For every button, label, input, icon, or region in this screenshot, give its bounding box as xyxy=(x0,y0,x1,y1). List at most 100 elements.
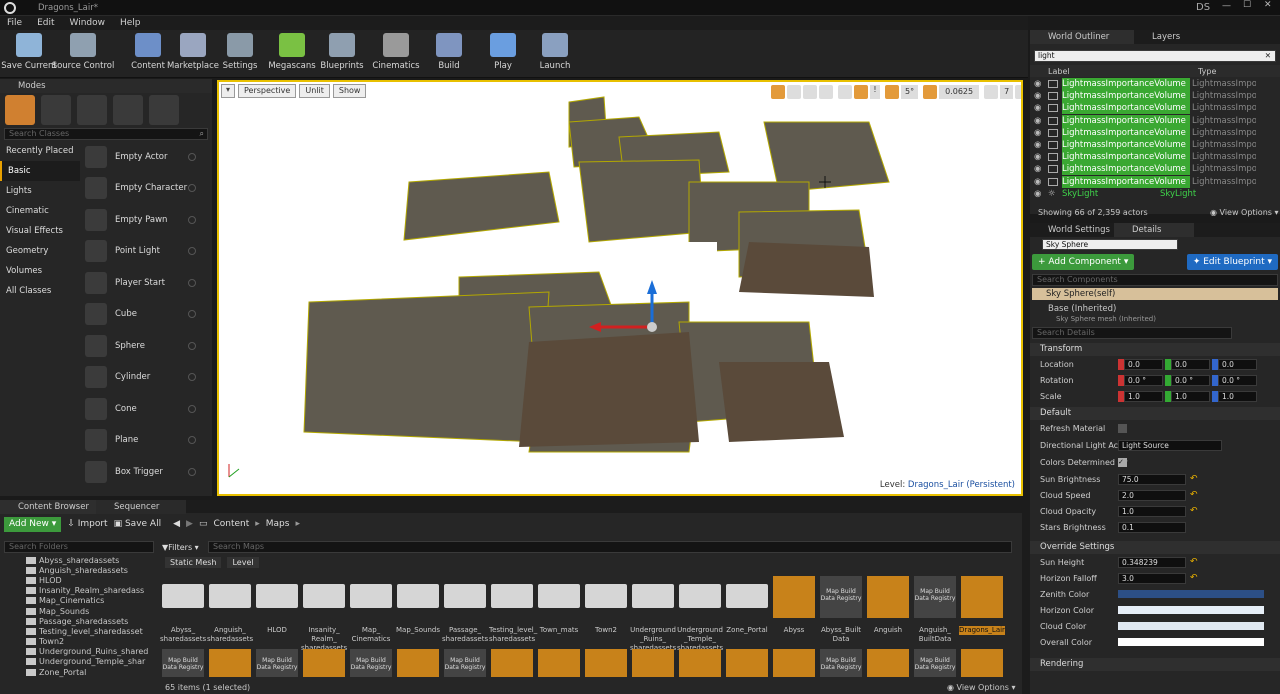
add-component-button[interactable]: + Add Component ▾ xyxy=(1032,254,1135,270)
asset-folder[interactable] xyxy=(632,584,674,608)
scale-x-field[interactable]: 1.0 xyxy=(1124,390,1163,402)
visibility-eye-icon[interactable]: ◉ xyxy=(1034,176,1048,188)
col-type[interactable]: Type xyxy=(1198,67,1216,76)
visibility-eye-icon[interactable]: ◉ xyxy=(1034,90,1048,102)
asset-map[interactable] xyxy=(961,649,1003,677)
tab-content-browser[interactable]: Content Browser xyxy=(0,499,96,514)
stars-brightness-field[interactable]: 0.1 xyxy=(1118,521,1186,533)
asset-registry[interactable]: Map Build Data Registry xyxy=(350,649,392,677)
path-content[interactable]: Content xyxy=(213,519,249,529)
tab-world-outliner[interactable]: World Outliner xyxy=(1030,30,1134,44)
clear-search-icon[interactable]: ✕ xyxy=(1265,51,1271,60)
source-control-button[interactable]: Source Control xyxy=(52,33,114,71)
reset-icon[interactable]: ↶ xyxy=(1190,490,1198,500)
help-icon[interactable] xyxy=(188,278,196,287)
filter-chip-level[interactable]: Level xyxy=(227,557,259,568)
asset-folder[interactable] xyxy=(350,584,392,608)
tab-world-settings[interactable]: World Settings xyxy=(1030,223,1114,237)
help-icon[interactable] xyxy=(188,373,196,382)
folder-tree-item[interactable]: Anguish_sharedassets xyxy=(4,565,154,575)
help-icon[interactable] xyxy=(188,152,196,161)
minimize-button[interactable]: — xyxy=(1222,1,1231,11)
asset-folder[interactable] xyxy=(444,584,486,608)
help-icon[interactable] xyxy=(188,404,196,413)
settings-button[interactable]: Settings xyxy=(212,33,268,71)
asset-folder[interactable] xyxy=(256,584,298,608)
search-components-input[interactable]: Search Components xyxy=(1032,274,1278,286)
menu-edit[interactable]: Edit xyxy=(37,18,54,28)
add-new-button[interactable]: Add New ▾ xyxy=(4,516,62,532)
cloud-opacity-field[interactable]: 1.0 xyxy=(1118,505,1186,517)
asset-registry[interactable]: Map Build Data Registry xyxy=(444,649,486,677)
view-options-content[interactable]: ◉ View Options ▾ xyxy=(947,683,1016,692)
asset-folder[interactable] xyxy=(585,584,627,608)
folder-tree-item[interactable]: Testing_level_sharedasset xyxy=(4,626,154,636)
outliner-row[interactable]: ◉ LightmassImportanceVolumeLightmassImpor… xyxy=(1030,78,1280,91)
col-label[interactable]: Label xyxy=(1048,67,1198,76)
asset-map[interactable] xyxy=(303,649,345,677)
save-all-button[interactable]: ▣ Save All xyxy=(114,519,162,529)
asset-folder[interactable] xyxy=(209,584,251,608)
asset-registry[interactable]: Map Build Data Registry xyxy=(914,649,956,677)
place-item-plane[interactable]: Plane xyxy=(80,425,206,457)
place-item-player-start[interactable]: Player Start xyxy=(80,267,206,299)
location-z-field[interactable]: 0.0 xyxy=(1218,358,1257,370)
visibility-eye-icon[interactable]: ◉ xyxy=(1034,163,1048,175)
place-item-point-light[interactable]: Point Light xyxy=(80,236,206,268)
place-item-cube[interactable]: Cube xyxy=(80,299,206,331)
category-cinematic[interactable]: Cinematic xyxy=(0,201,80,221)
scale-label[interactable]: Scale xyxy=(1040,392,1118,401)
visibility-eye-icon[interactable]: ◉ xyxy=(1034,115,1048,127)
location-label[interactable]: Location xyxy=(1040,360,1118,369)
component-base[interactable]: Base (Inherited) xyxy=(1030,303,1280,315)
visibility-eye-icon[interactable]: ◉ xyxy=(1034,188,1048,200)
folder-tree-item[interactable]: Abyss_sharedassets xyxy=(4,555,154,565)
filters-button[interactable]: ▼Filters ▾ xyxy=(162,543,204,552)
paint-mode-icon[interactable] xyxy=(41,95,71,125)
launch-button[interactable]: Launch xyxy=(527,33,583,71)
save-current-button[interactable]: Save Current xyxy=(1,33,57,71)
asset-map[interactable] xyxy=(961,576,1003,618)
maximize-button[interactable]: ☐ xyxy=(1243,0,1251,10)
place-item-cylinder[interactable]: Cylinder xyxy=(80,362,206,394)
asset-map[interactable] xyxy=(867,576,909,618)
geometry-mode-icon[interactable] xyxy=(149,95,179,125)
location-x-field[interactable]: 0.0 xyxy=(1124,358,1163,370)
path-maps[interactable]: Maps xyxy=(266,519,290,529)
actor-name-field[interactable]: Sky Sphere xyxy=(1042,239,1178,250)
import-button[interactable]: ⇩ Import xyxy=(67,519,107,529)
asset-registry[interactable]: Map Build Data Registry xyxy=(162,649,204,677)
dir-light-dropdown[interactable]: Light Source xyxy=(1118,440,1222,451)
reset-icon[interactable]: ↶ xyxy=(1190,474,1198,484)
asset-map[interactable] xyxy=(209,649,251,677)
component-mesh[interactable]: Sky Sphere mesh (Inherited) xyxy=(1030,315,1280,323)
back-button[interactable]: ◀ xyxy=(173,519,180,529)
category-visual-effects[interactable]: Visual Effects xyxy=(0,221,80,241)
asset-map[interactable] xyxy=(679,649,721,677)
menu-file[interactable]: File xyxy=(7,18,22,28)
reset-icon[interactable]: ↶ xyxy=(1190,557,1198,567)
help-icon[interactable] xyxy=(188,310,196,319)
outliner-row[interactable]: ◉ LightmassImportanceVolumeLightmassImpor… xyxy=(1030,139,1280,152)
folder-tree-item[interactable]: HLOD xyxy=(4,575,154,585)
asset-map[interactable] xyxy=(538,649,580,677)
help-icon[interactable] xyxy=(188,215,196,224)
reset-icon[interactable]: ↶ xyxy=(1190,506,1198,516)
asset-map[interactable] xyxy=(773,576,815,618)
visibility-eye-icon[interactable]: ◉ xyxy=(1034,102,1048,114)
override-section[interactable]: Override Settings xyxy=(1030,541,1280,554)
asset-folder[interactable] xyxy=(397,584,439,608)
folder-tree-item[interactable]: Insanity_Realm_sharedass xyxy=(4,586,154,596)
megascans-button[interactable]: Megascans xyxy=(264,33,320,71)
outliner-row[interactable]: ◉ LightmassImportanceVolumeLightmassImpor… xyxy=(1030,90,1280,103)
asset-folder[interactable] xyxy=(162,584,204,608)
help-icon[interactable] xyxy=(188,341,196,350)
category-volumes[interactable]: Volumes xyxy=(0,261,80,281)
place-item-sphere[interactable]: Sphere xyxy=(80,330,206,362)
landscape-mode-icon[interactable] xyxy=(77,95,107,125)
location-y-field[interactable]: 0.0 xyxy=(1171,358,1210,370)
outliner-row[interactable]: ◉ LightmassImportanceVolumeLightmassImpor… xyxy=(1030,114,1280,127)
asset-map[interactable] xyxy=(726,649,768,677)
default-section[interactable]: Default xyxy=(1030,407,1280,420)
visibility-eye-icon[interactable]: ◉ xyxy=(1034,78,1048,90)
